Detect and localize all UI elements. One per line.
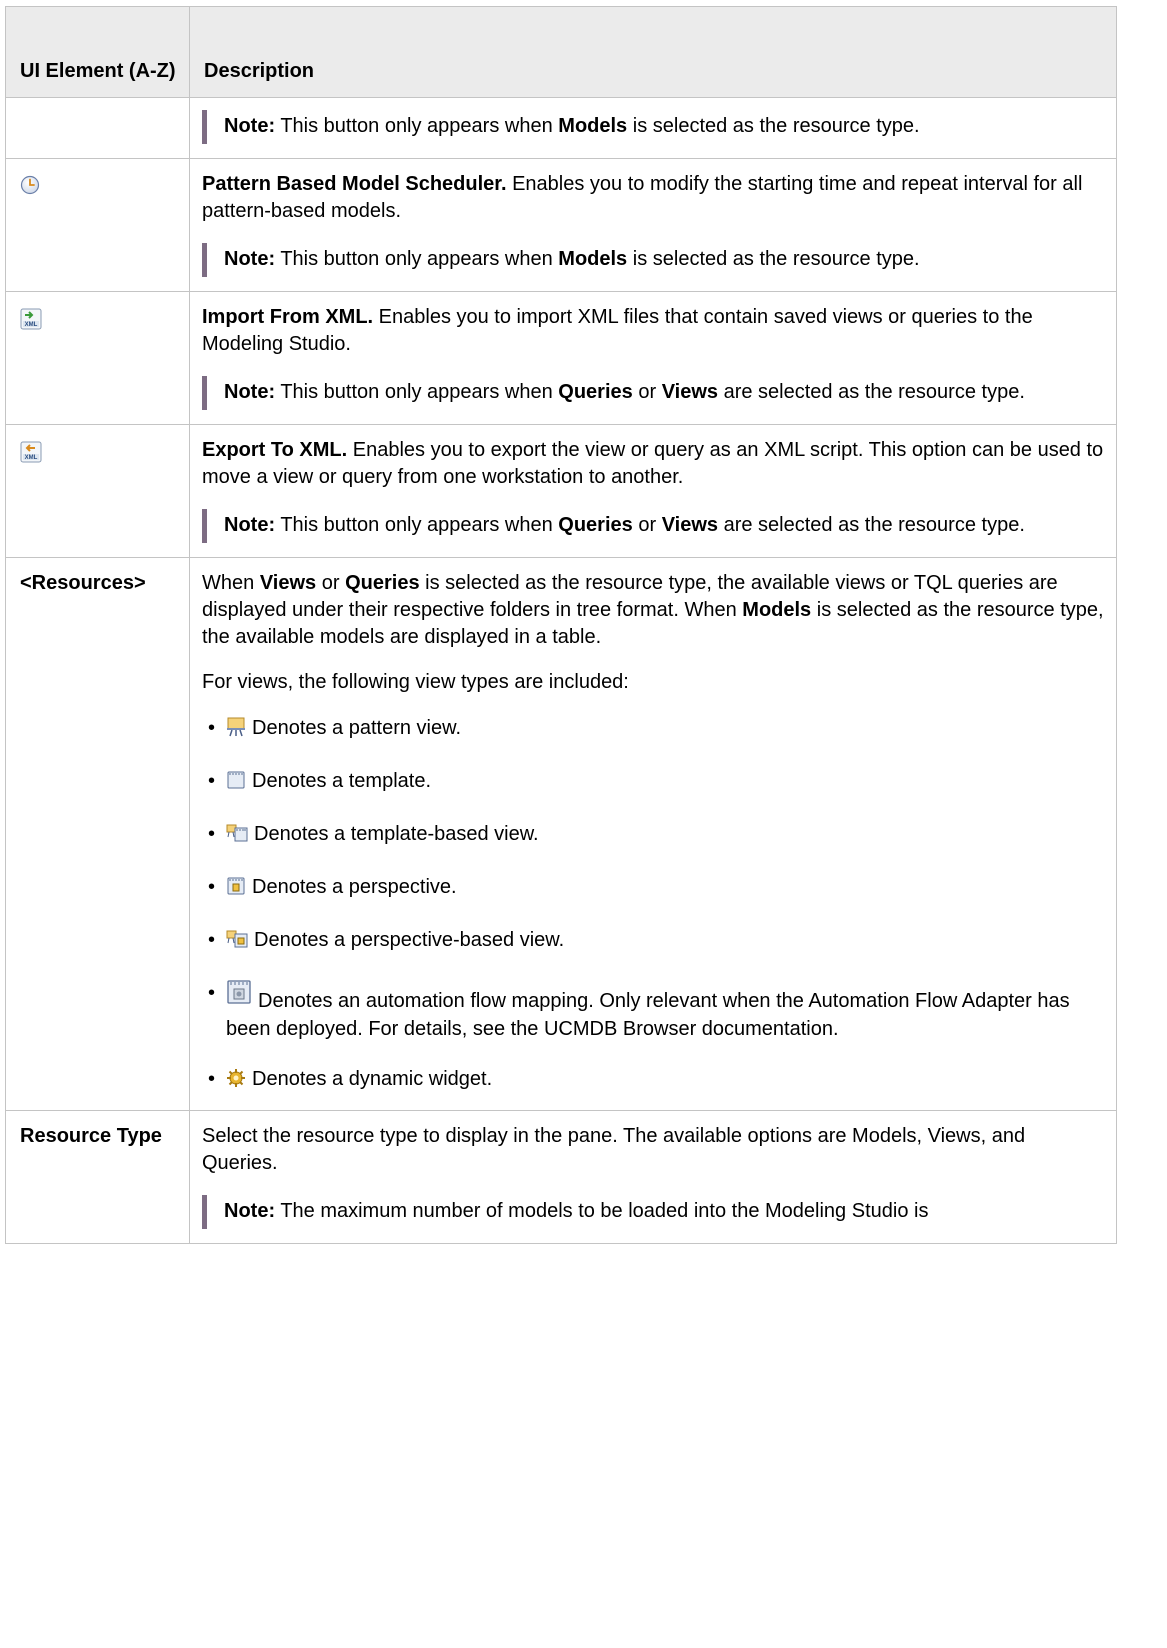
list-item-text: Denotes a perspective-based view. <box>254 929 565 951</box>
description: Select the resource type to display in t… <box>202 1125 1026 1174</box>
note-text: The maximum number of models to be loade… <box>280 1200 929 1222</box>
description: Import From XML. Enables you to import X… <box>202 304 1104 358</box>
pattern-view-icon <box>226 717 246 745</box>
header-description: Description <box>189 6 1117 98</box>
note: Note: The maximum number of models to be… <box>202 1195 1104 1229</box>
perspective-icon <box>226 876 246 904</box>
note-text: or <box>638 381 657 403</box>
ui-element-cell: XML <box>5 424 190 558</box>
text: When <box>202 572 255 594</box>
element-title: Import From XML. <box>202 306 374 328</box>
note-label: Note: <box>224 1200 276 1222</box>
list-item: Denotes a pattern view. <box>208 714 1104 745</box>
table-row: Note: This button only appears when Mode… <box>5 97 1117 159</box>
note-text: are selected as the resource type. <box>723 514 1025 536</box>
note-text: are selected as the resource type. <box>723 381 1025 403</box>
list-item-text: Denotes a pattern view. <box>252 717 462 739</box>
import-xml-icon[interactable]: XML <box>20 308 42 338</box>
clock-icon[interactable] <box>20 175 40 203</box>
note: Note: This button only appears when Quer… <box>202 376 1104 410</box>
description-cell: Select the resource type to display in t… <box>189 1110 1117 1244</box>
view-types-intro: For views, the following view types are … <box>202 671 629 693</box>
list-item-text: Denotes a template. <box>252 770 431 792</box>
table-header-row: UI Element (A-Z) Description <box>5 6 1117 98</box>
note-bold: Models <box>558 115 628 137</box>
perspective-based-view-icon <box>226 929 248 957</box>
description-cell: Note: This button only appears when Mode… <box>189 97 1117 159</box>
note: Note: This button only appears when Mode… <box>202 110 1104 144</box>
export-xml-icon[interactable]: XML <box>20 441 42 471</box>
list-item: Denotes a perspective. <box>208 873 1104 904</box>
note-text: This button only appears when <box>280 115 553 137</box>
note-label: Note: <box>224 248 276 270</box>
template-icon <box>226 770 246 798</box>
list-item-text: Denotes a dynamic widget. <box>252 1068 493 1090</box>
description-cell: Pattern Based Model Scheduler. Enables y… <box>189 158 1117 292</box>
table-row: <Resources> When Views or Queries is sel… <box>5 557 1117 1111</box>
svg-text:XML: XML <box>25 455 38 461</box>
table-row: Pattern Based Model Scheduler. Enables y… <box>5 158 1117 292</box>
note-bold: Models <box>558 248 628 270</box>
template-based-view-icon <box>226 823 248 851</box>
description: When Views or Queries is selected as the… <box>202 570 1104 651</box>
bold-text: Queries <box>345 572 420 594</box>
automation-flow-mapping-icon <box>226 979 252 1013</box>
element-title: Export To XML. <box>202 439 348 461</box>
ui-element-cell <box>5 97 190 159</box>
note-text: This button only appears when <box>280 514 553 536</box>
table-row: XML Export To XML. Enables you to export… <box>5 424 1117 558</box>
note-label: Note: <box>224 381 276 403</box>
note-text: is selected as the resource type. <box>632 248 920 270</box>
description-cell: Export To XML. Enables you to export the… <box>189 424 1117 558</box>
description: Pattern Based Model Scheduler. Enables y… <box>202 171 1104 225</box>
svg-text:XML: XML <box>25 322 38 328</box>
element-title: Pattern Based Model Scheduler. <box>202 173 507 195</box>
list-item: Denotes a template. <box>208 767 1104 798</box>
list-item-text: Denotes a template-based view. <box>254 823 539 845</box>
ui-element-cell: XML <box>5 291 190 425</box>
note-bold: Queries <box>558 514 633 536</box>
bold-text: Views <box>259 572 317 594</box>
list-item-text: Denotes a perspective. <box>252 876 457 898</box>
ui-elements-table: UI Element (A-Z) Description Note: This … <box>5 6 1117 1244</box>
ui-element-cell <box>5 158 190 292</box>
view-types-list: Denotes a pattern view. Denotes a templa… <box>202 714 1104 1096</box>
ui-element-cell: <Resources> <box>5 557 190 1111</box>
ui-element-cell: Resource Type <box>5 1110 190 1244</box>
note-bold: Views <box>661 381 719 403</box>
list-item: Denotes a dynamic widget. <box>208 1065 1104 1096</box>
note-text: or <box>638 514 657 536</box>
note-text: This button only appears when <box>280 381 553 403</box>
text: or <box>321 572 340 594</box>
description-cell: When Views or Queries is selected as the… <box>189 557 1117 1111</box>
note: Note: This button only appears when Mode… <box>202 243 1104 277</box>
bold-text: Models <box>742 599 812 621</box>
header-ui-element: UI Element (A-Z) <box>5 6 190 98</box>
note-bold: Queries <box>558 381 633 403</box>
note-label: Note: <box>224 115 276 137</box>
dynamic-widget-icon <box>226 1068 246 1096</box>
description: Export To XML. Enables you to export the… <box>202 437 1104 491</box>
note-label: Note: <box>224 514 276 536</box>
description-cell: Import From XML. Enables you to import X… <box>189 291 1117 425</box>
table-row: Resource Type Select the resource type t… <box>5 1110 1117 1244</box>
list-item: Denotes a perspective-based view. <box>208 926 1104 957</box>
note-bold: Views <box>661 514 719 536</box>
table-row: XML Import From XML. Enables you to impo… <box>5 291 1117 425</box>
note-text: This button only appears when <box>280 248 553 270</box>
list-item-text: Denotes an automation flow mapping. Only… <box>226 990 1070 1040</box>
list-item: Denotes a template-based view. <box>208 820 1104 851</box>
note-text: is selected as the resource type. <box>632 115 920 137</box>
list-item: Denotes an automation flow mapping. Only… <box>208 979 1104 1043</box>
note: Note: This button only appears when Quer… <box>202 509 1104 543</box>
